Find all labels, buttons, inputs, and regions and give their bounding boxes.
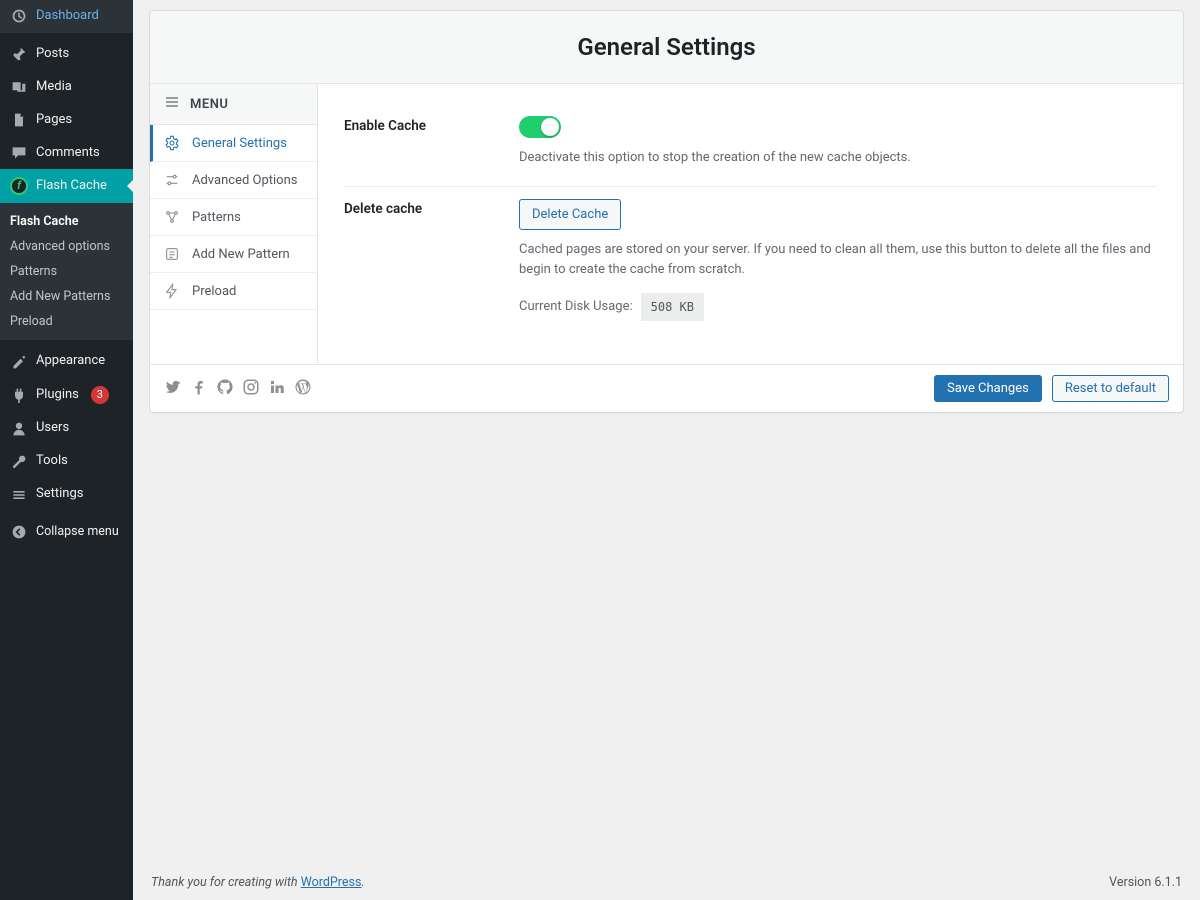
- settings-pane: Enable Cache Deactivate this option to s…: [318, 84, 1183, 364]
- side-item-label: Patterns: [192, 210, 241, 225]
- sidebar-item-tools[interactable]: Tools: [0, 445, 133, 478]
- sidebar-label: Users: [36, 420, 69, 437]
- enable-cache-toggle[interactable]: [519, 116, 561, 138]
- add-pattern-icon: [164, 246, 182, 262]
- sidebar-item-media[interactable]: Media: [0, 71, 133, 104]
- side-item-preload[interactable]: Preload: [150, 273, 317, 310]
- dashboard-icon: [10, 8, 28, 24]
- side-item-general-settings[interactable]: General Settings: [150, 125, 317, 162]
- wordpress-icon[interactable]: [294, 378, 312, 400]
- comments-icon: [10, 145, 28, 161]
- collapse-icon: [10, 524, 28, 540]
- pin-icon: [10, 46, 28, 62]
- sidebar-label: Media: [36, 79, 72, 96]
- sidebar-label: Dashboard: [36, 8, 99, 25]
- enable-cache-label: Enable Cache: [344, 116, 499, 168]
- delete-cache-label: Delete cache: [344, 199, 499, 322]
- delete-cache-hint: Cached pages are stored on your server. …: [519, 240, 1157, 279]
- wp-footer-thanks: Thank you for creating with WordPress.: [151, 875, 365, 890]
- sidebar-label: Plugins: [36, 387, 79, 404]
- disk-usage-label: Current Disk Usage:: [519, 297, 633, 317]
- submenu-item-add-new-patterns[interactable]: Add New Patterns: [0, 284, 133, 309]
- collapse-label: Collapse menu: [36, 524, 119, 540]
- wordpress-link[interactable]: WordPress: [301, 875, 362, 890]
- side-nav-heading-label: MENU: [190, 97, 228, 112]
- settings-icon: [10, 487, 28, 503]
- reset-button[interactable]: Reset to default: [1052, 375, 1169, 402]
- tools-icon: [10, 454, 28, 470]
- submenu-item-patterns[interactable]: Patterns: [0, 259, 133, 284]
- social-links: [164, 378, 312, 400]
- wp-version: Version 6.1.1: [1109, 875, 1182, 890]
- sliders-icon: [164, 172, 182, 188]
- side-item-add-new-pattern[interactable]: Add New Pattern: [150, 236, 317, 273]
- sidebar-label: Posts: [36, 46, 69, 63]
- side-item-label: General Settings: [192, 136, 287, 151]
- plugins-badge: 3: [91, 386, 109, 404]
- save-button[interactable]: Save Changes: [934, 375, 1042, 402]
- setting-delete-cache: Delete cache Delete Cache Cached pages a…: [344, 187, 1157, 340]
- submenu-item-preload[interactable]: Preload: [0, 309, 133, 334]
- sidebar-item-posts[interactable]: Posts: [0, 38, 133, 71]
- submenu-item-flash-cache[interactable]: Flash Cache: [0, 209, 133, 234]
- side-item-patterns[interactable]: Patterns: [150, 199, 317, 236]
- sidebar-item-comments[interactable]: Comments: [0, 137, 133, 170]
- twitter-icon[interactable]: [164, 378, 182, 400]
- sidebar-item-flash-cache[interactable]: f Flash Cache: [0, 169, 133, 203]
- content-area: General Settings MENU General Settings A…: [133, 0, 1200, 900]
- panel-side-nav: MENU General Settings Advanced Options P…: [150, 84, 318, 364]
- sidebar-item-pages[interactable]: Pages: [0, 104, 133, 137]
- media-icon: [10, 79, 28, 95]
- side-item-label: Advanced Options: [192, 173, 297, 188]
- linkedin-icon[interactable]: [268, 378, 286, 400]
- sidebar-label: Appearance: [36, 353, 105, 370]
- sidebar-item-settings[interactable]: Settings: [0, 478, 133, 511]
- settings-panel: General Settings MENU General Settings A…: [149, 10, 1184, 413]
- sidebar-item-users[interactable]: Users: [0, 412, 133, 445]
- instagram-icon[interactable]: [242, 378, 260, 400]
- menu-icon: [164, 94, 180, 114]
- side-nav-heading: MENU: [150, 84, 317, 125]
- submenu-item-advanced-options[interactable]: Advanced options: [0, 234, 133, 259]
- preload-icon: [164, 283, 182, 299]
- plugins-icon: [10, 387, 28, 403]
- github-icon[interactable]: [216, 378, 234, 400]
- admin-sidebar: Dashboard Posts Media Pages Comments f F…: [0, 0, 133, 900]
- sidebar-label: Comments: [36, 145, 100, 162]
- users-icon: [10, 421, 28, 437]
- wp-footer: Thank you for creating with WordPress. V…: [149, 861, 1184, 900]
- panel-footer: Save Changes Reset to default: [150, 364, 1183, 412]
- sidebar-label: Flash Cache: [36, 178, 107, 195]
- sidebar-label: Tools: [36, 453, 68, 470]
- page-title: General Settings: [160, 33, 1173, 61]
- sidebar-item-dashboard[interactable]: Dashboard: [0, 0, 133, 33]
- side-item-label: Add New Pattern: [192, 247, 290, 262]
- side-item-label: Preload: [192, 284, 236, 299]
- disk-usage-value: 508 KB: [641, 293, 704, 321]
- gear-icon: [164, 135, 182, 151]
- sidebar-item-appearance[interactable]: Appearance: [0, 345, 133, 378]
- pages-icon: [10, 112, 28, 128]
- enable-cache-hint: Deactivate this option to stop the creat…: [519, 148, 1157, 168]
- patterns-icon: [164, 209, 182, 225]
- flash-cache-submenu: Flash Cache Advanced options Patterns Ad…: [0, 203, 133, 340]
- collapse-menu[interactable]: Collapse menu: [0, 516, 133, 548]
- panel-header: General Settings: [150, 11, 1183, 84]
- sidebar-label: Settings: [36, 486, 83, 503]
- facebook-icon[interactable]: [190, 378, 208, 400]
- appearance-icon: [10, 354, 28, 370]
- sidebar-item-plugins[interactable]: Plugins 3: [0, 378, 133, 412]
- flash-cache-icon: f: [10, 177, 28, 195]
- setting-enable-cache: Enable Cache Deactivate this option to s…: [344, 104, 1157, 187]
- sidebar-label: Pages: [36, 112, 72, 129]
- delete-cache-button[interactable]: Delete Cache: [519, 199, 621, 231]
- side-item-advanced-options[interactable]: Advanced Options: [150, 162, 317, 199]
